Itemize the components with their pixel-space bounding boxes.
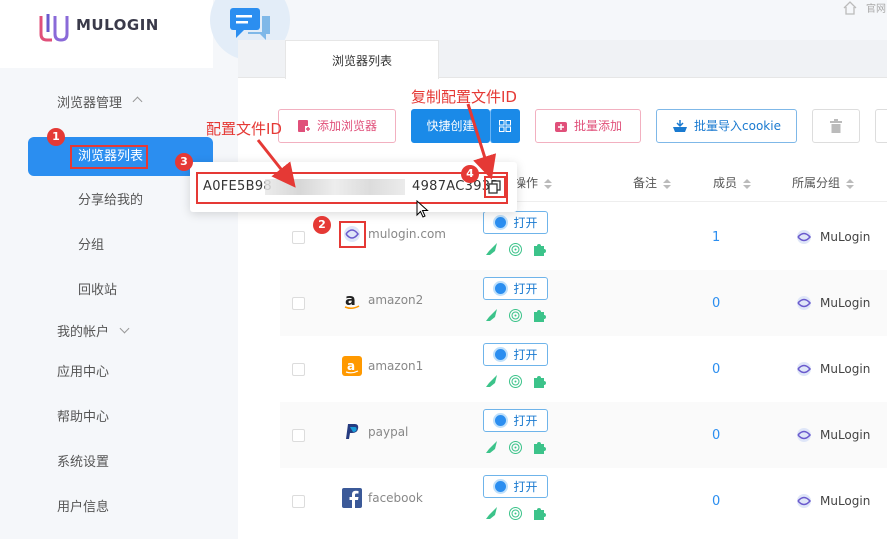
step-badge-3: 3 — [175, 153, 193, 171]
step-badge-2: 2 — [313, 216, 331, 234]
annotation-arrows — [256, 103, 497, 188]
step-badge-1: 1 — [47, 128, 65, 146]
step-badge-4: 4 — [461, 165, 479, 183]
arrow-to-copy-button — [466, 103, 497, 180]
arrow-to-config-id — [256, 139, 296, 188]
